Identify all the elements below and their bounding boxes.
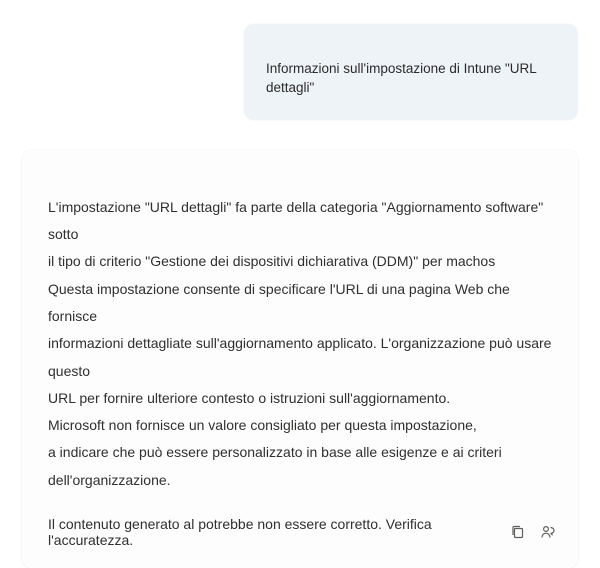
assistant-line: a indicare che può essere personalizzato… <box>48 439 556 466</box>
assistant-line: L'impostazione "URL dettagli" fa parte d… <box>48 194 556 249</box>
assistant-line: informazioni dettagliate sull'aggiorname… <box>48 330 556 385</box>
feedback-icon[interactable] <box>540 524 556 540</box>
assistant-line: il tipo di criterio "Gestione dei dispos… <box>48 248 556 275</box>
message-actions <box>510 524 556 540</box>
assistant-line: Questa impostazione consente di specific… <box>48 276 556 331</box>
copy-icon[interactable] <box>510 524 526 540</box>
assistant-line: Microsoft non fornisce un valore consigl… <box>48 412 556 439</box>
assistant-message-body: L'impostazione "URL dettagli" fa parte d… <box>48 194 556 494</box>
assistant-line: dell'organizzazione. <box>48 467 556 494</box>
disclaimer-row: Il contenuto generato al potrebbe non es… <box>48 516 556 548</box>
user-message-text: Informazioni sull'impostazione di Intune… <box>266 48 556 98</box>
assistant-message-bubble: L'impostazione "URL dettagli" fa parte d… <box>22 150 578 568</box>
disclaimer-text: Il contenuto generato al potrebbe non es… <box>48 516 502 548</box>
assistant-line: URL per fornire ulteriore contesto o ist… <box>48 385 556 412</box>
user-message-bubble: Informazioni sull'impostazione di Intune… <box>244 24 578 120</box>
